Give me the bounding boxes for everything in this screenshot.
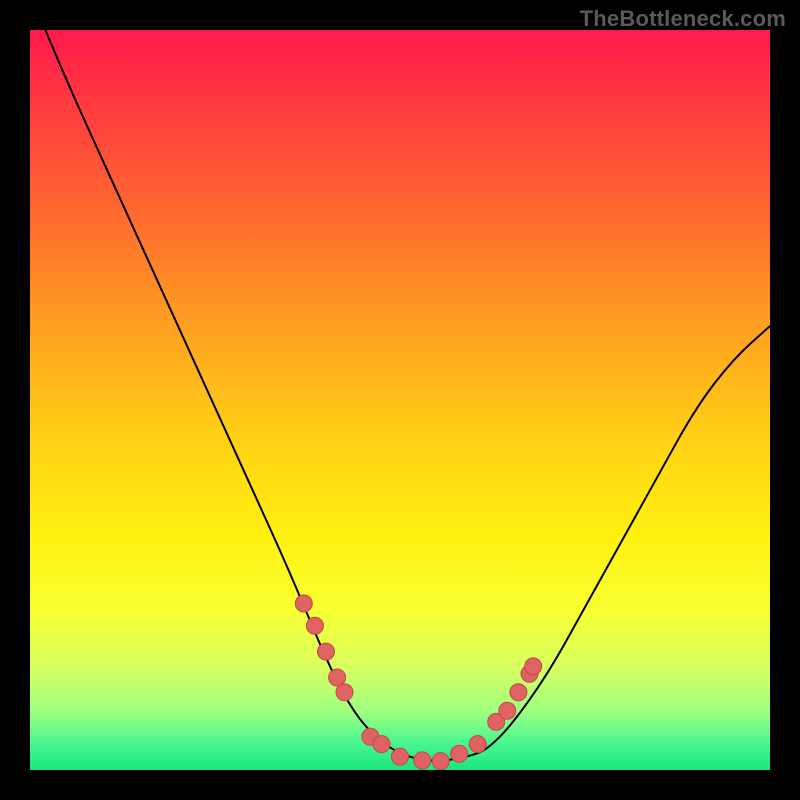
curve-marker	[469, 736, 486, 753]
curve-marker	[306, 617, 323, 634]
curve-marker	[510, 684, 527, 701]
curve-marker	[451, 745, 468, 762]
curve-marker	[414, 752, 431, 769]
bottleneck-curve	[30, 0, 770, 761]
curve-marker	[336, 684, 353, 701]
curve-marker	[432, 753, 449, 770]
watermark-text: TheBottleneck.com	[580, 6, 786, 32]
chart-frame: TheBottleneck.com	[0, 0, 800, 800]
plot-area	[30, 30, 770, 770]
curve-marker	[295, 595, 312, 612]
curve-marker	[373, 736, 390, 753]
curve-marker	[392, 748, 409, 765]
curve-marker	[499, 702, 516, 719]
curve-marker	[525, 658, 542, 675]
chart-svg	[30, 30, 770, 770]
curve-marker	[318, 643, 335, 660]
curve-markers	[295, 595, 541, 770]
